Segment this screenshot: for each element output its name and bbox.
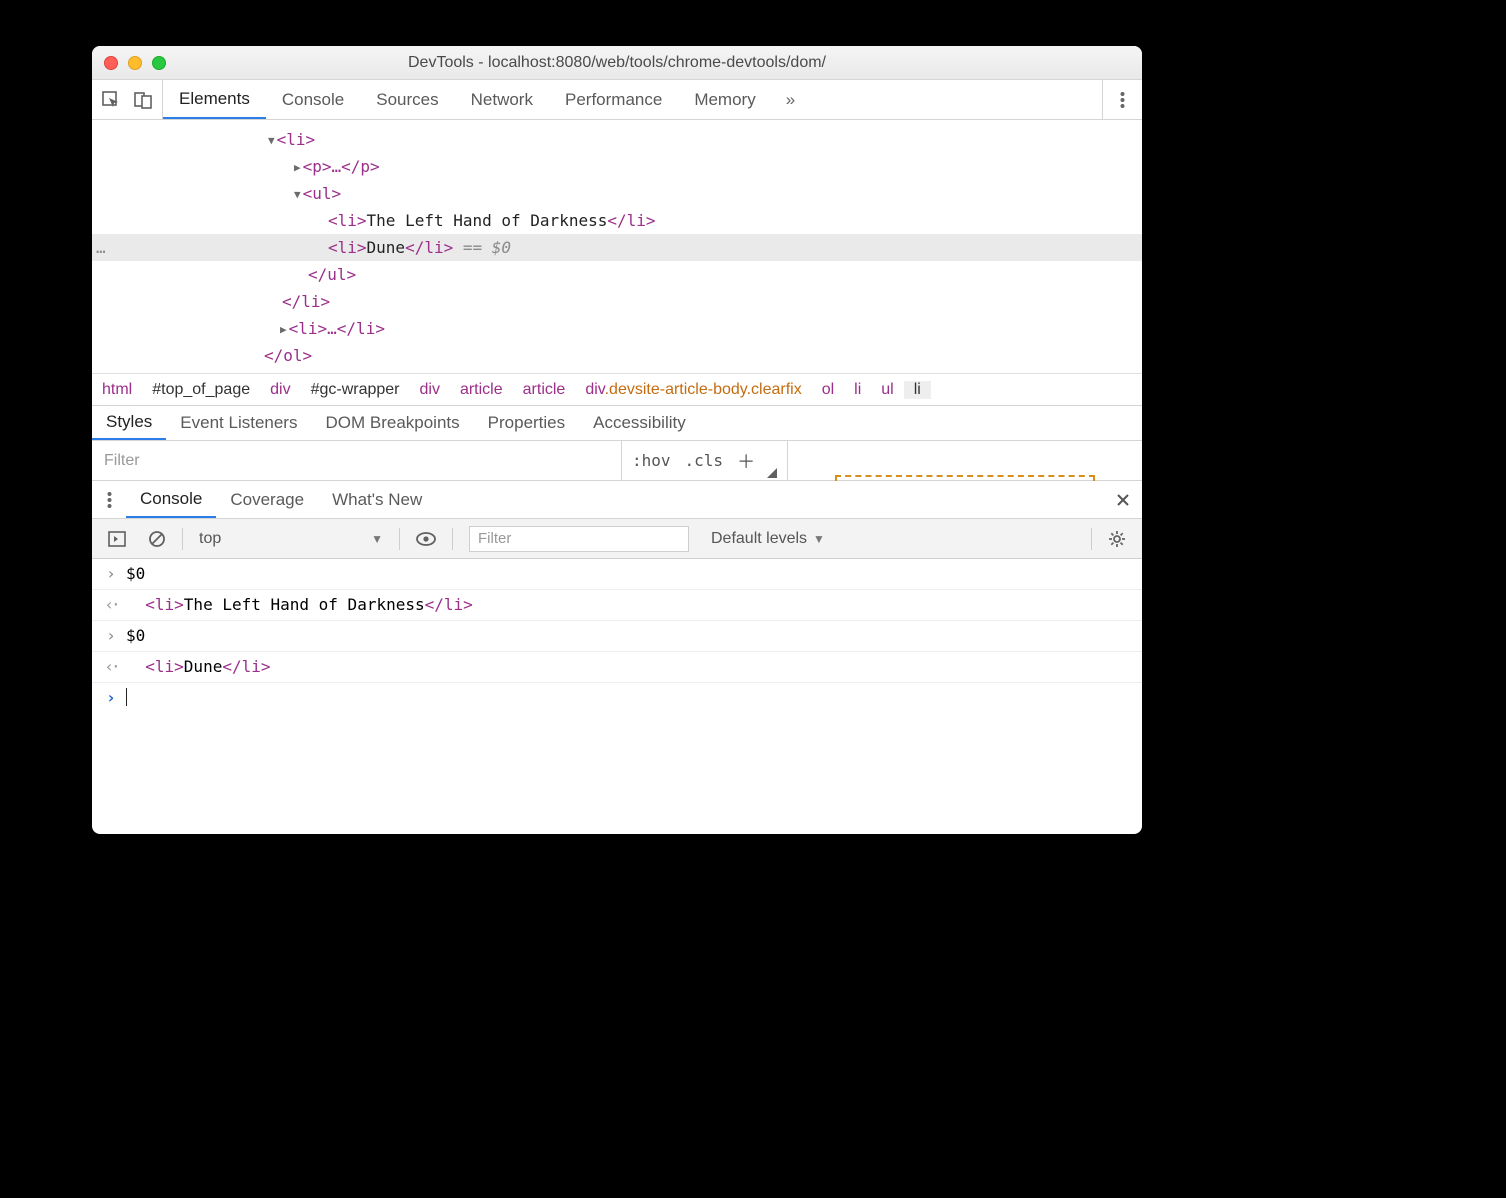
devtools-window: DevTools - localhost:8080/web/tools/chro… xyxy=(92,46,1142,834)
subtab-event-listeners[interactable]: Event Listeners xyxy=(166,406,311,440)
traffic-lights xyxy=(104,56,166,70)
maximize-icon[interactable] xyxy=(152,56,166,70)
subtab-dom-breakpoints[interactable]: DOM Breakpoints xyxy=(311,406,473,440)
tab-elements[interactable]: Elements xyxy=(163,80,266,119)
log-levels-select[interactable]: Default levels ▼ xyxy=(703,519,833,558)
breadcrumb-item[interactable]: article xyxy=(450,381,513,399)
tab-console[interactable]: Console xyxy=(266,80,360,119)
drawer-kebab-icon[interactable] xyxy=(92,481,126,518)
breadcrumb-item[interactable]: ul xyxy=(871,381,903,399)
console-row: <li>The Left Hand of Darkness</li> xyxy=(92,590,1142,621)
breadcrumb-item[interactable]: div xyxy=(410,381,450,399)
dom-breadcrumb[interactable]: html#top_of_pagediv#gc-wrapperdivarticle… xyxy=(92,373,1142,405)
console-filter-input[interactable] xyxy=(469,526,689,552)
kebab-menu-icon[interactable] xyxy=(1102,80,1142,119)
titlebar: DevTools - localhost:8080/web/tools/chro… xyxy=(92,46,1142,80)
console-output[interactable]: ›$0 <li>The Left Hand of Darkness</li>›$… xyxy=(92,559,1142,834)
device-toggle-icon[interactable] xyxy=(134,91,152,109)
new-style-rule-icon[interactable]: ＋ xyxy=(737,448,755,474)
dom-node[interactable]: <li> xyxy=(92,126,1142,153)
console-toolbar: top ▼ Default levels ▼ xyxy=(92,519,1142,559)
console-row[interactable]: › xyxy=(92,683,1142,713)
styles-filter-input[interactable] xyxy=(102,451,611,471)
breadcrumb-item[interactable]: html xyxy=(92,381,142,399)
console-sidebar-toggle-icon[interactable] xyxy=(100,519,134,558)
subtab-styles[interactable]: Styles xyxy=(92,406,166,440)
console-context-select[interactable]: top ▼ xyxy=(191,519,391,558)
drawer-tab-coverage[interactable]: Coverage xyxy=(216,481,318,518)
breadcrumb-item[interactable]: div xyxy=(260,381,300,399)
console-settings-icon[interactable] xyxy=(1100,519,1134,558)
hov-toggle[interactable]: :hov xyxy=(632,451,671,470)
window-title: DevTools - localhost:8080/web/tools/chro… xyxy=(92,46,1142,80)
tab-sources[interactable]: Sources xyxy=(360,80,454,119)
dom-node[interactable]: <li>…</li> xyxy=(92,315,1142,342)
log-levels-label: Default levels xyxy=(711,530,807,548)
drawer-close-icon[interactable] xyxy=(1104,481,1142,518)
dom-node[interactable]: <li>The Left Hand of Darkness</li> xyxy=(92,207,1142,234)
breadcrumb-item[interactable]: #gc-wrapper xyxy=(301,381,410,399)
breadcrumb-item[interactable]: li xyxy=(904,381,931,399)
breadcrumb-item[interactable]: ol xyxy=(812,381,844,399)
dom-node[interactable]: </ol> xyxy=(92,342,1142,369)
console-context-label: top xyxy=(199,530,221,548)
tab-performance[interactable]: Performance xyxy=(549,80,678,119)
dom-node[interactable]: </ul> xyxy=(92,261,1142,288)
subtab-accessibility[interactable]: Accessibility xyxy=(579,406,700,440)
inspect-element-icon[interactable] xyxy=(102,91,120,109)
tabs-overflow-icon[interactable]: » xyxy=(772,80,809,119)
clear-console-icon[interactable] xyxy=(140,519,174,558)
elements-tree[interactable]: <li><p>…</p><ul><li>The Left Hand of Dar… xyxy=(92,120,1142,373)
console-row: <li>Dune</li> xyxy=(92,652,1142,683)
tab-memory[interactable]: Memory xyxy=(678,80,771,119)
main-toolbar: ElementsConsoleSourcesNetworkPerformance… xyxy=(92,80,1142,120)
live-expression-icon[interactable] xyxy=(408,519,444,558)
expand-corner-icon[interactable] xyxy=(765,466,777,478)
console-row: ›$0 xyxy=(92,559,1142,590)
drawer-tab-console[interactable]: Console xyxy=(126,481,216,518)
minimize-icon[interactable] xyxy=(128,56,142,70)
dom-node[interactable]: </li> xyxy=(92,288,1142,315)
breadcrumb-item[interactable]: #top_of_page xyxy=(142,381,260,399)
chevron-down-icon: ▼ xyxy=(371,532,383,546)
console-row: ›$0 xyxy=(92,621,1142,652)
styles-toolbar: :hov .cls ＋ xyxy=(92,441,1142,481)
drawer-tab-what-s-new[interactable]: What's New xyxy=(318,481,436,518)
subtab-properties[interactable]: Properties xyxy=(474,406,579,440)
breadcrumb-item[interactable]: div.devsite-article-body.clearfix xyxy=(575,381,811,399)
drawer-tabs: ConsoleCoverageWhat's New xyxy=(92,481,1142,519)
dom-node[interactable]: <ul> xyxy=(92,180,1142,207)
breadcrumb-item[interactable]: article xyxy=(513,381,576,399)
dom-node[interactable]: …<li>Dune</li> == $0 xyxy=(92,234,1142,261)
close-icon[interactable] xyxy=(104,56,118,70)
chevron-down-icon: ▼ xyxy=(813,532,825,546)
dom-node[interactable]: <p>…</p> xyxy=(92,153,1142,180)
styles-pane-tabs: StylesEvent ListenersDOM BreakpointsProp… xyxy=(92,405,1142,441)
breadcrumb-item[interactable]: li xyxy=(844,381,871,399)
tab-network[interactable]: Network xyxy=(455,80,549,119)
cls-toggle[interactable]: .cls xyxy=(685,451,724,470)
